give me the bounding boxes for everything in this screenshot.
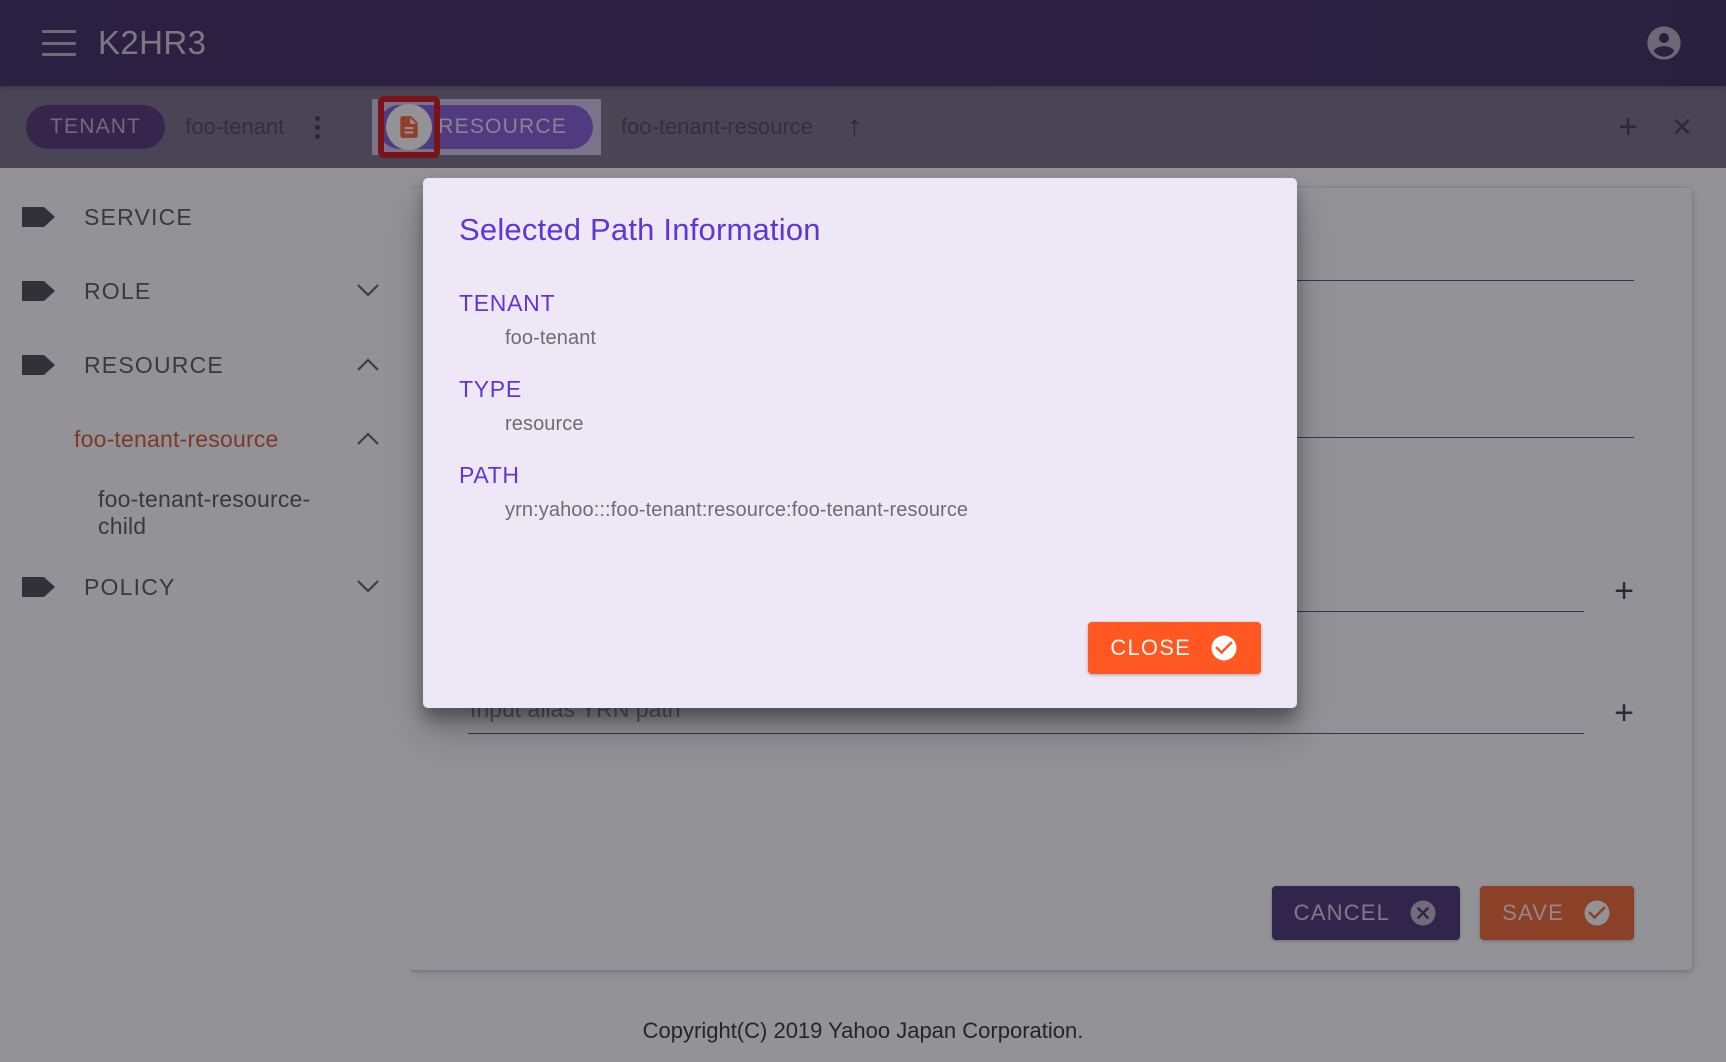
dialog-field-key: TENANT — [459, 290, 556, 316]
dialog-field-tenant: TENANT foo-tenant — [459, 290, 1261, 350]
check-circle-icon — [1211, 635, 1237, 661]
app-root: K2HR3 TENANT foo-tenant RESOURCE foo-ten… — [0, 0, 1726, 1062]
dialog-field-value: resource — [505, 413, 584, 435]
dialog-field-value: foo-tenant — [505, 327, 597, 349]
close-dialog-label: CLOSE — [1110, 635, 1191, 660]
dialog-field-path: PATH yrn:yahoo:::foo-tenant:resource:foo… — [459, 462, 1261, 522]
dialog-field-type: TYPE resource — [459, 376, 1261, 436]
dialog-field-value: yrn:yahoo:::foo-tenant:resource:foo-tena… — [505, 499, 969, 521]
dialog-field-key: PATH — [459, 462, 520, 488]
dialog-title: Selected Path Information — [459, 212, 821, 247]
dialog-field-key: TYPE — [459, 376, 522, 402]
selected-path-information-dialog: Selected Path Information TENANT foo-ten… — [423, 178, 1297, 708]
close-dialog-button[interactable]: CLOSE — [1088, 622, 1261, 674]
dialog-action-bar: CLOSE — [1088, 622, 1261, 674]
